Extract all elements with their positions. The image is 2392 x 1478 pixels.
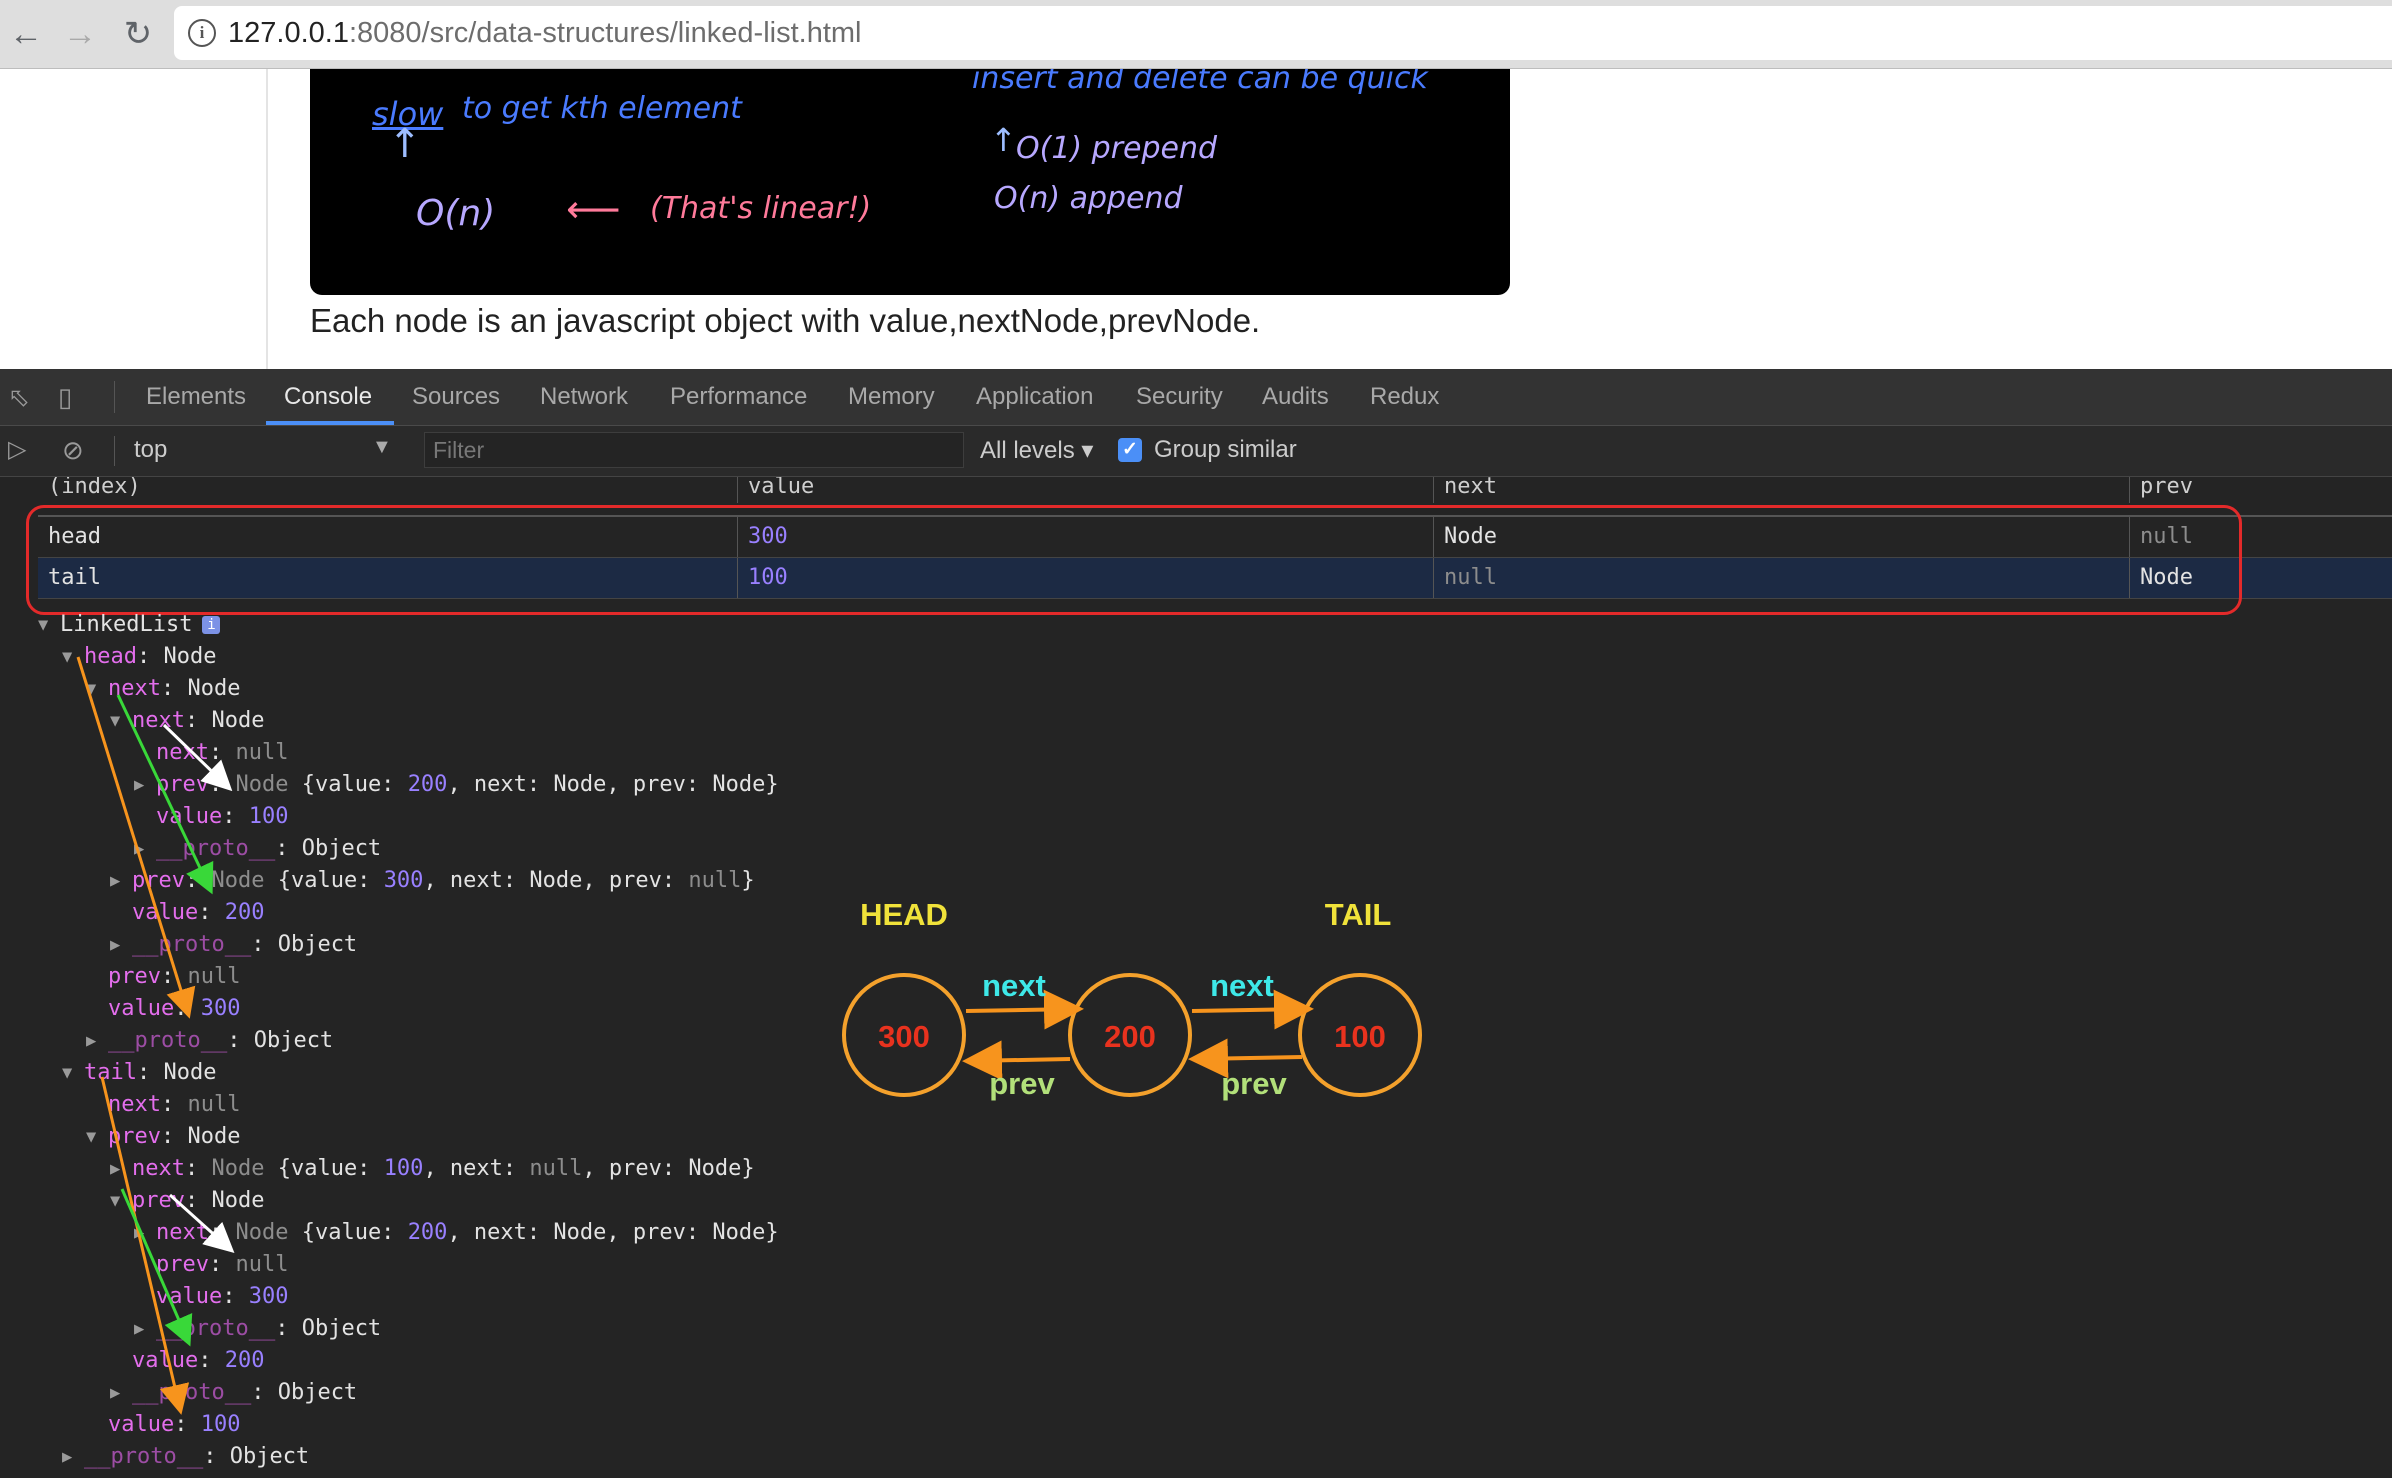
address-bar[interactable]: i 127.0.0.1:8080/src/data-structures/lin… — [174, 6, 2392, 60]
whiteboard-up-arrow: ↑ — [388, 121, 422, 167]
whiteboard-on: O(n) — [416, 193, 496, 234]
tab-application[interactable]: Application — [976, 383, 1093, 411]
tab-sources[interactable]: Sources — [412, 383, 500, 411]
inspect-icon[interactable]: ⬁ — [8, 383, 30, 411]
devtools-tabbar: ⬁ ▯ Elements Console Sources Network Per… — [0, 369, 2392, 426]
diagram-prev-label: prev — [1221, 1066, 1287, 1101]
whiteboard-to-get: to get kth element — [462, 91, 742, 126]
diagram-prev-arrow — [1188, 1038, 1303, 1079]
toolbar-divider — [114, 436, 115, 466]
tab-memory[interactable]: Memory — [848, 383, 935, 411]
page-sidebar — [0, 69, 268, 369]
url-text[interactable]: 127.0.0.1:8080/src/data-structures/linke… — [228, 17, 861, 50]
whiteboard-insert: insert and delete can be quick — [972, 69, 1428, 96]
tab-performance[interactable]: Performance — [670, 383, 807, 411]
page-content: slow to get kth element ↑ O(n) ⟵ (That's… — [0, 69, 2392, 369]
console-output: (index) value next prev head 300 Node nu… — [0, 477, 2392, 1478]
sidebar-toggle-icon[interactable]: ▷ — [8, 436, 26, 464]
page-paragraph: Each node is an javascript object with v… — [310, 302, 1261, 339]
filter-input[interactable] — [424, 432, 964, 468]
tab-console[interactable]: Console — [284, 383, 372, 411]
diagram-node-value: 100 — [1334, 1019, 1386, 1054]
whiteboard-left-arrow: ⟵ — [566, 187, 621, 231]
context-select[interactable]: top — [134, 436, 167, 464]
diagram-next-arrow — [1191, 989, 1314, 1030]
arrow-left-icon[interactable]: ← — [4, 12, 48, 56]
tab-security[interactable]: Security — [1136, 383, 1223, 411]
whiteboard-up-arrow-2: ↑ — [990, 121, 1017, 159]
url-path: :8080/src/data-structures/linked-list.ht… — [348, 17, 862, 49]
whiteboard-linear: (That's linear!) — [650, 191, 872, 226]
whiteboard-image: slow to get kth element ↑ O(n) ⟵ (That's… — [310, 69, 1510, 295]
green-arrow-tail — [120, 1188, 193, 1347]
browser-toolbar: ← → ↻ i 127.0.0.1:8080/src/data-structur… — [0, 0, 2392, 69]
arrow-right-icon[interactable]: → — [58, 12, 102, 56]
console-toolbar: ▷ ⊘ top ▼ All levels ▾ ✓ Group similar — [0, 426, 2392, 477]
annotation-arrows — [76, 656, 235, 1415]
reload-icon[interactable]: ↻ — [116, 12, 160, 56]
diagram-tail-label: TAIL — [1325, 897, 1392, 932]
tab-divider — [114, 381, 115, 413]
devtools-panel: ⬁ ▯ Elements Console Sources Network Per… — [0, 369, 2392, 1478]
table-header-next[interactable]: next — [1434, 477, 2130, 503]
group-similar-checkbox[interactable]: ✓ — [1118, 438, 1142, 462]
whiteboard-prepend: O(1) prepend — [1016, 131, 1218, 166]
log-levels-dropdown[interactable]: All levels ▾ — [980, 436, 1093, 465]
table-header-prev[interactable]: prev — [2130, 477, 2392, 503]
diagram-next-label: next — [1210, 968, 1274, 1003]
active-tab-indicator — [266, 421, 394, 425]
whiteboard-append: O(n) append — [994, 181, 1183, 216]
tab-redux[interactable]: Redux — [1370, 383, 1439, 411]
tab-network[interactable]: Network — [540, 383, 628, 411]
white-arrow-tail — [168, 1193, 235, 1254]
url-host: 127.0.0.1 — [228, 17, 349, 49]
dropdown-arrow-icon[interactable]: ▼ — [372, 436, 392, 459]
green-arrow-head — [116, 694, 214, 895]
tab-audits[interactable]: Audits — [1262, 383, 1329, 411]
group-similar-label: Group similar — [1154, 436, 1297, 463]
orange-arrow-tail — [100, 1076, 190, 1415]
info-icon[interactable]: i — [188, 19, 216, 47]
device-toggle-icon[interactable]: ▯ — [58, 383, 72, 411]
tab-elements[interactable]: Elements — [146, 383, 246, 411]
diagram-node-circle — [1298, 973, 1422, 1097]
clear-console-icon[interactable]: ⊘ — [62, 436, 84, 464]
white-arrow-head — [162, 723, 233, 792]
orange-arrow-head — [76, 656, 196, 1019]
